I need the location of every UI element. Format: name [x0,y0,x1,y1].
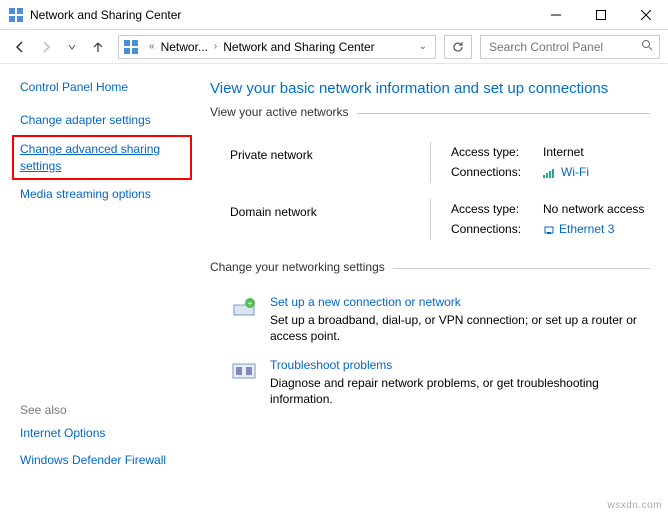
search-icon [641,39,653,54]
address-dropdown[interactable]: ⌄ [415,41,431,52]
svg-text:+: + [248,299,253,308]
network-center-icon [8,7,24,23]
main-content: View your basic network information and … [200,64,668,497]
troubleshoot-title: Troubleshoot problems [270,358,650,372]
access-type-value: Internet [543,142,584,162]
see-also-label: See also [20,403,188,417]
network-row-private: Private network Access type:Internet Con… [210,136,650,193]
search-box[interactable] [480,35,660,59]
setup-connection-icon: + [230,295,258,323]
network-center-icon [123,39,139,55]
recent-dropdown[interactable] [60,35,84,59]
chevron-right-icon[interactable]: « [143,41,161,52]
troubleshoot-desc: Diagnose and repair network problems, or… [270,375,650,407]
setup-connection-title: Set up a new connection or network [270,295,650,309]
connection-wifi-link[interactable]: Wi-Fi [543,162,589,182]
sidebar-defender-firewall[interactable]: Windows Defender Firewall [20,452,188,469]
troubleshoot-icon [230,358,258,386]
connections-label: Connections: [451,162,539,182]
search-input[interactable] [487,39,641,55]
connection-name: Ethernet 3 [559,222,614,236]
access-type-label: Access type: [451,199,539,219]
network-name: Domain network [230,199,430,240]
breadcrumb-network[interactable]: Networ... [161,40,208,54]
connections-label: Connections: [451,219,539,239]
up-button[interactable] [86,35,110,59]
chevron-right-icon[interactable]: › [208,41,223,52]
change-settings-section: Change your networking settings + Set up… [210,268,650,418]
sidebar-internet-options[interactable]: Internet Options [20,425,188,442]
troubleshoot-item[interactable]: Troubleshoot problems Diagnose and repai… [210,354,650,417]
page-heading: View your basic network information and … [210,80,650,97]
change-settings-label: Change your networking settings [210,260,393,274]
sidebar-adapter-settings[interactable]: Change adapter settings [20,112,188,129]
network-row-domain: Domain network Access type:No network ac… [210,193,650,250]
back-button[interactable] [8,35,32,59]
toolbar: « Networ... › Network and Sharing Center… [0,30,668,64]
close-button[interactable] [623,0,668,29]
wifi-icon [543,168,557,178]
forward-button[interactable] [34,35,58,59]
refresh-button[interactable] [444,35,472,59]
access-type-label: Access type: [451,142,539,162]
maximize-button[interactable] [578,0,623,29]
connection-name: Wi-Fi [561,165,589,179]
sidebar-advanced-sharing[interactable]: Change advanced sharing settings [12,135,192,181]
window-title: Network and Sharing Center [30,8,533,22]
watermark: wsxdn.com [607,500,662,511]
connection-ethernet-link[interactable]: Ethernet 3 [543,219,614,239]
sidebar: Control Panel Home Change adapter settin… [0,64,200,497]
setup-connection-item[interactable]: + Set up a new connection or network Set… [210,291,650,354]
active-networks-section: View your active networks Private networ… [210,113,650,250]
network-name: Private network [230,142,430,183]
active-networks-label: View your active networks [210,105,357,119]
sidebar-media-streaming[interactable]: Media streaming options [20,186,188,203]
address-bar[interactable]: « Networ... › Network and Sharing Center… [118,35,436,59]
breadcrumb-sharing-center[interactable]: Network and Sharing Center [223,40,374,54]
access-type-value: No network access [543,199,644,219]
setup-connection-desc: Set up a broadband, dial-up, or VPN conn… [270,312,650,344]
control-panel-home-link[interactable]: Control Panel Home [20,80,188,94]
minimize-button[interactable] [533,0,578,29]
titlebar: Network and Sharing Center [0,0,668,30]
ethernet-icon [543,224,555,236]
